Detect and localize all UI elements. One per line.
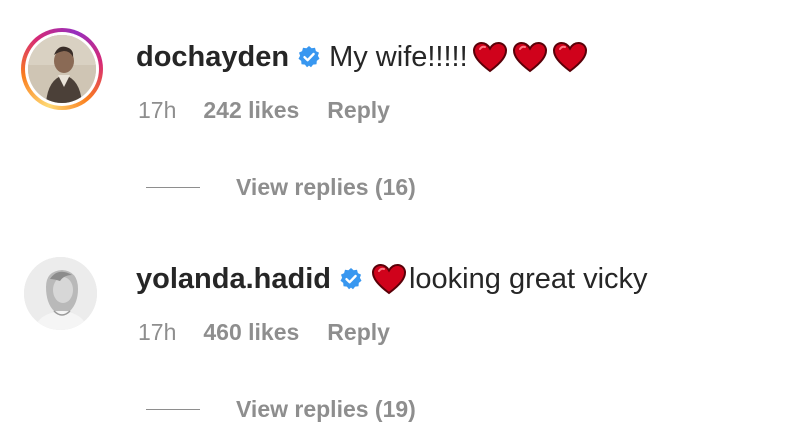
username[interactable]: yolanda.hadid bbox=[136, 263, 331, 296]
avatar[interactable] bbox=[24, 257, 97, 330]
comment-header: yolanda.hadid looking great vicky bbox=[136, 259, 648, 299]
reply-button[interactable]: Reply bbox=[327, 97, 390, 124]
replies-divider bbox=[146, 186, 200, 188]
comment-text: looking great vicky bbox=[408, 262, 648, 295]
comment-meta: 17h 242 likes Reply bbox=[138, 95, 390, 125]
avatar-photo-icon bbox=[24, 257, 97, 330]
verified-badge-icon bbox=[339, 267, 363, 291]
comment-header: dochayden My wife!!!!! bbox=[136, 37, 588, 77]
view-replies-label: View replies (16) bbox=[236, 173, 416, 200]
timestamp[interactable]: 17h bbox=[138, 97, 176, 124]
verified-badge-icon bbox=[297, 45, 321, 69]
likes-count[interactable]: 460 likes bbox=[203, 319, 299, 346]
view-replies-button[interactable]: View replies (16) bbox=[146, 172, 416, 202]
comment-text: My wife!!!!! bbox=[329, 40, 468, 73]
username[interactable]: dochayden bbox=[136, 41, 289, 74]
avatar[interactable] bbox=[28, 35, 96, 103]
view-replies-label: View replies (19) bbox=[236, 395, 416, 422]
red-heart-icon bbox=[552, 41, 588, 73]
replies-divider bbox=[146, 408, 200, 410]
red-heart-icon bbox=[472, 41, 508, 73]
avatar-photo-icon bbox=[28, 35, 96, 103]
red-heart-icon bbox=[371, 263, 407, 295]
comment-meta: 17h 460 likes Reply bbox=[138, 317, 390, 347]
view-replies-button[interactable]: View replies (19) bbox=[146, 394, 416, 424]
red-heart-icon bbox=[512, 41, 548, 73]
reply-button[interactable]: Reply bbox=[327, 319, 390, 346]
likes-count[interactable]: 242 likes bbox=[203, 97, 299, 124]
timestamp[interactable]: 17h bbox=[138, 319, 176, 346]
